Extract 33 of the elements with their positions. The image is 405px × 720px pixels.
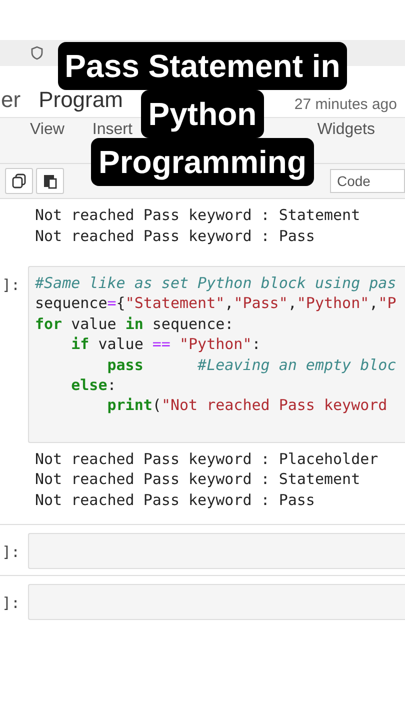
output-text: Not reached Pass keyword : Placeholder xyxy=(35,448,380,470)
code-line: #Same like as set Python block using pas xyxy=(35,273,398,294)
code-cell[interactable] xyxy=(28,584,405,620)
menu-item[interactable]: Insert xyxy=(92,121,132,139)
code-cell[interactable] xyxy=(28,533,405,570)
copy-button[interactable] xyxy=(5,168,33,194)
output-text: Not reached Pass keyword : Statement xyxy=(35,469,362,490)
code-line: if value == "Python": xyxy=(70,334,262,355)
output-text: Not reached Pass keyword : Pass xyxy=(35,226,316,246)
menu-item[interactable]: Widgets xyxy=(317,121,375,139)
notebook-name[interactable]: Program xyxy=(38,87,123,113)
copy-icon xyxy=(11,173,27,189)
code-line: else: xyxy=(70,375,118,396)
menu-item[interactable]: View xyxy=(30,121,64,139)
cell-prompt: ]: xyxy=(1,275,22,294)
code-line: print("Not reached Pass keyword xyxy=(106,395,388,416)
cell-prompt: ]: xyxy=(1,593,22,612)
paste-icon xyxy=(42,173,58,189)
output-text: Not reached Pass keyword : Pass xyxy=(35,490,316,510)
code-line: pass #Leaving an empty bloc xyxy=(106,354,398,376)
cell-type-dropdown[interactable]: Code xyxy=(330,169,405,193)
logo-text: er xyxy=(1,87,21,113)
code-line: sequence={"Statement","Pass","Python","P xyxy=(35,293,398,314)
caption-text: Programming xyxy=(91,138,314,186)
cell-prompt: ]: xyxy=(1,542,22,562)
code-line: for value in sequence: xyxy=(35,314,235,334)
code-cell[interactable]: #Same like as set Python block using pas sequence={"Statement","Pass","Python","P for value in sequence: if value == "Python": pass #Leaving an empty bloc else: print("Not reached Pass keyword xyxy=(28,266,405,443)
shield-icon xyxy=(31,46,43,60)
save-status: 27 minutes ago xyxy=(294,96,397,113)
caption-text: Pass Statement in xyxy=(58,42,348,90)
caption-text: Python xyxy=(141,90,264,138)
paste-button[interactable] xyxy=(36,168,64,194)
output-text: Not reached Pass keyword : Statement xyxy=(35,205,362,226)
